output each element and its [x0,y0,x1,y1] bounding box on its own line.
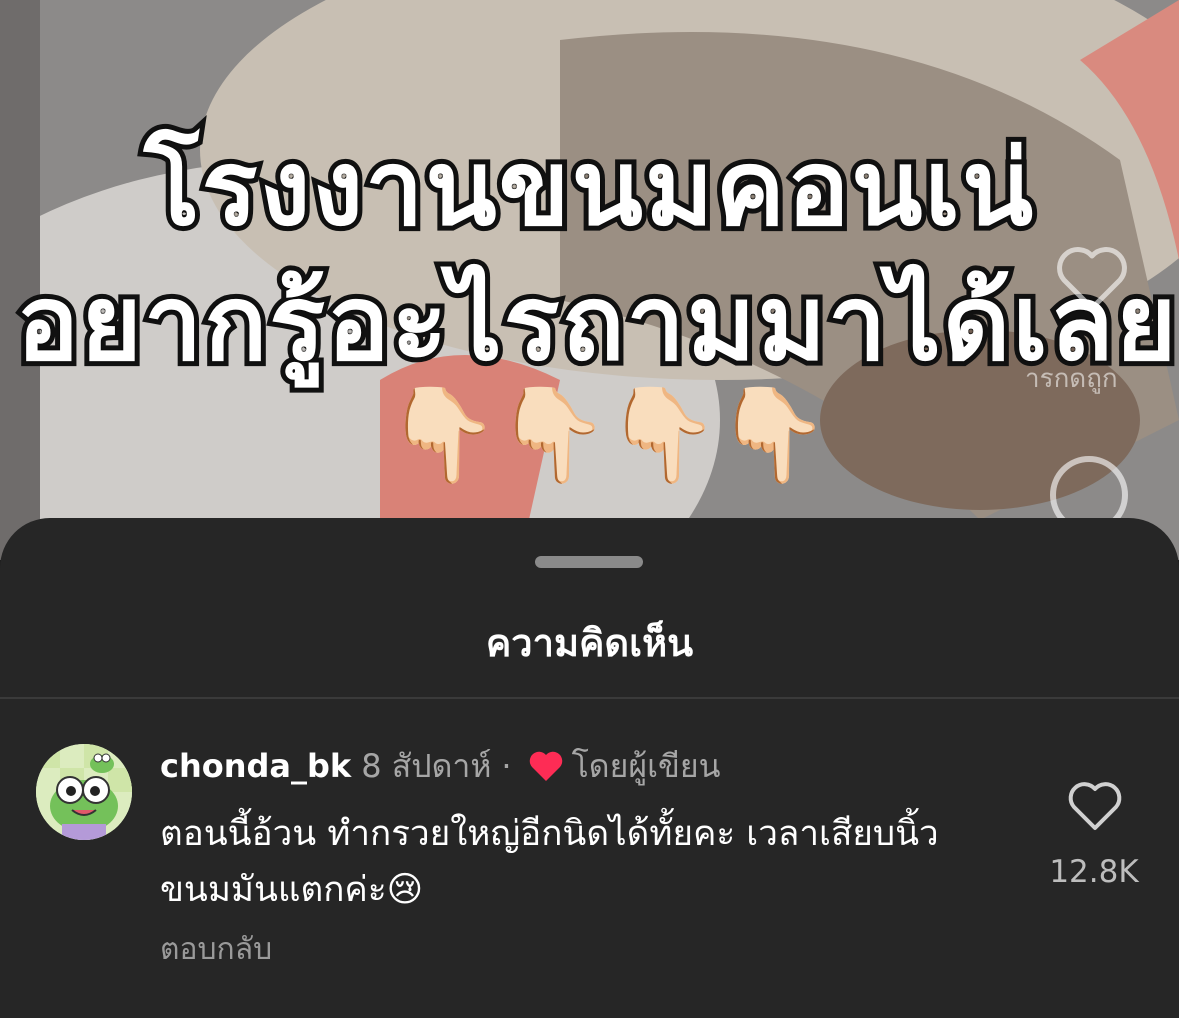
heart-outline-icon[interactable] [1052,238,1132,318]
pointer-emoji-row: 👇🏻 👇🏻 👇🏻 👇🏻 [385,375,830,495]
frog-avatar-icon [36,744,132,840]
avatar[interactable] [36,744,132,840]
pointing-down-emoji: 👇🏻 [715,381,830,488]
like-count: 12.8K [1049,854,1139,890]
comment-meta: chonda_bk 8 สัปดาห์ · โดยผู้เขียน [160,746,721,786]
like-heart-icon[interactable] [1066,780,1124,834]
comment-time: 8 สัปดาห์ [361,746,492,785]
reply-button[interactable]: ตอบกลับ [160,926,272,973]
comments-sheet: ความคิดเห็น chonda_bk 8 สัปดาห์ · โดยผู้… [0,518,1179,1018]
divider [0,697,1179,699]
video-player[interactable]: โรงงานขนมคอนเน่ อยากรู้อะไรถามมาได้เลย 👇… [0,0,1179,560]
meta-separator: · [501,747,512,785]
creator-liked-heart-icon [529,751,562,781]
liked-by-author-label: โดยผู้เขียน [571,746,721,785]
comment-username[interactable]: chonda_bk [160,747,351,785]
sheet-title: ความคิดเห็น [485,621,694,665]
sheet-drag-handle[interactable] [535,556,643,568]
pointing-down-emoji: 👇🏻 [385,381,500,488]
comment-text: ตอนนี้อ้วน ทำกรวยใหญ่อีกนิดได้ทั้ยคะ เวล… [160,814,939,910]
pointing-down-emoji: 👇🏻 [495,381,610,488]
pointing-down-emoji: 👇🏻 [605,381,720,488]
side-action-label: ารกดถูก [1025,364,1118,394]
